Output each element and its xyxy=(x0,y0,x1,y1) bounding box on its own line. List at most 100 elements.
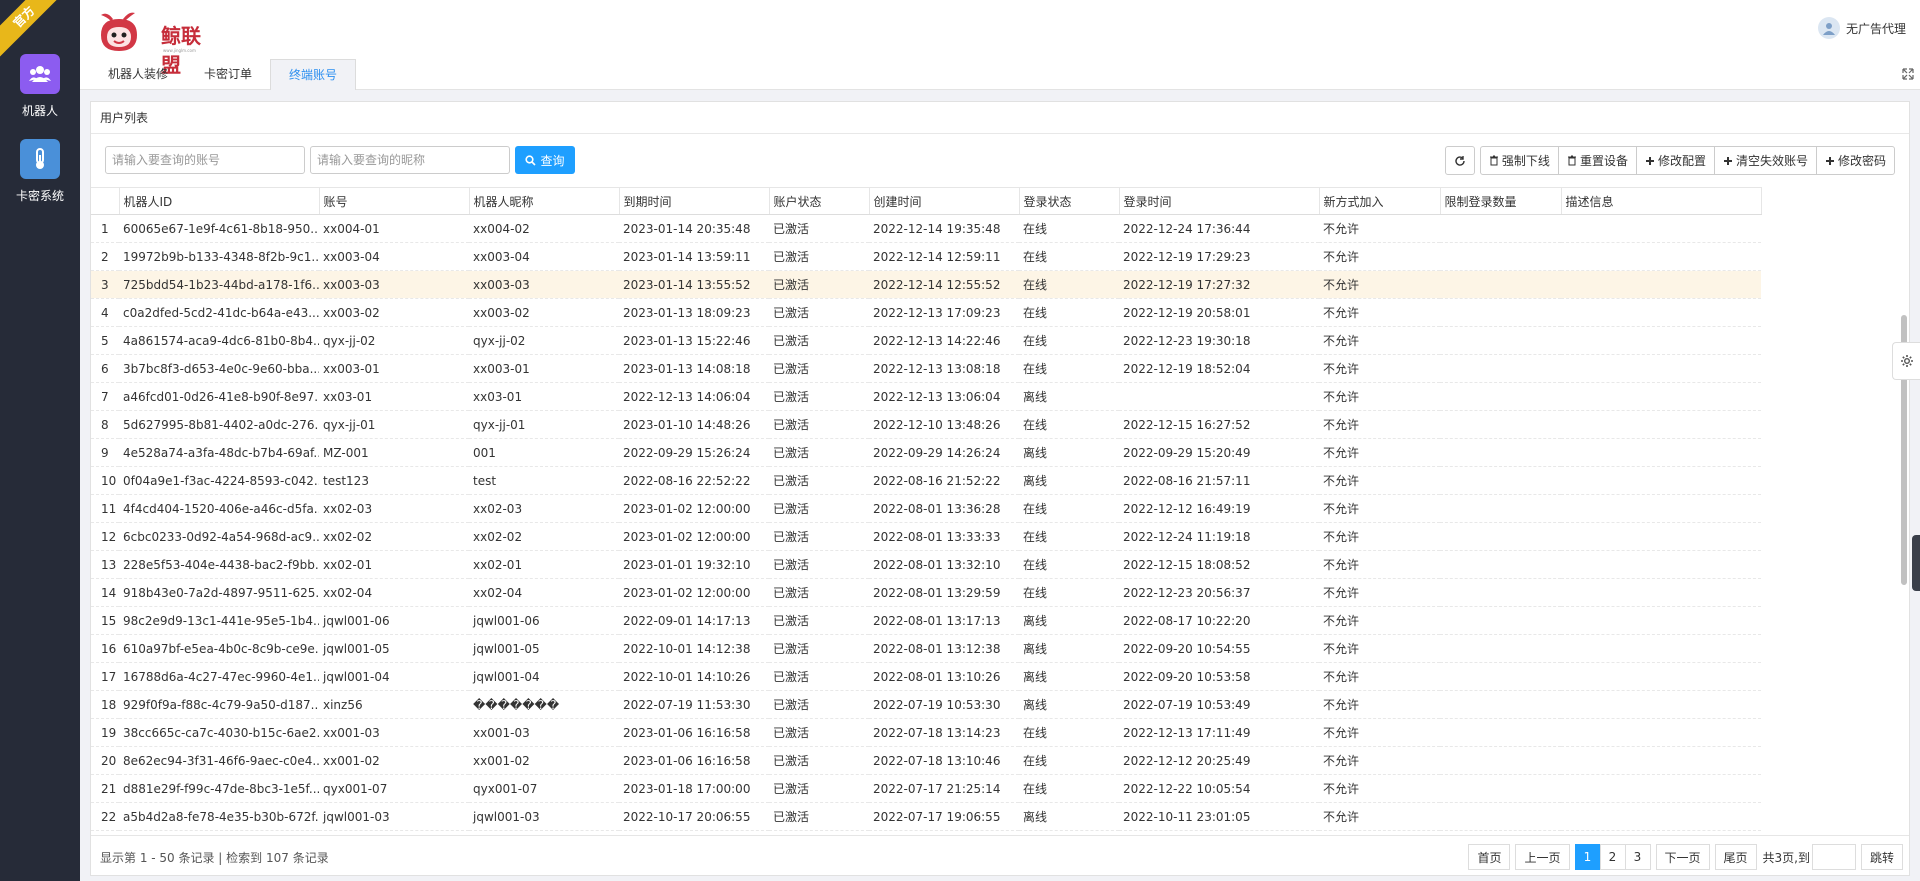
column-header[interactable]: 新方式加入 xyxy=(1319,187,1441,215)
last-page-button[interactable]: 尾页 xyxy=(1714,844,1757,870)
refresh-button[interactable] xyxy=(1444,146,1475,175)
column-header[interactable]: 创建时间 xyxy=(869,187,1020,215)
table-row[interactable]: 8 5d627995-8b81-4402-a0dc-276... qyx-jj-01… xyxy=(91,410,1761,439)
tab-terminal-accounts[interactable]: 终端账号 xyxy=(270,59,357,90)
clear-invalid-accounts-button[interactable]: 清空失效账号 xyxy=(1713,146,1817,175)
table-cell: 已激活 xyxy=(769,270,869,299)
table-row[interactable]: 20 8e62ec94-3f31-46f6-9aec-c0e4... xx001-0… xyxy=(91,746,1761,775)
table-cell xyxy=(1440,578,1561,607)
user-table: 机器人ID 账号 机器人昵称 到期时间 账户状态 创建时间 登录状态 登录时间 … xyxy=(91,187,1762,831)
table-cell xyxy=(1440,662,1561,691)
table-cell: 2023-01-14 13:59:11 xyxy=(619,242,769,271)
table-cell: d881e29f-f99c-47de-8bc3-1e5f... xyxy=(119,774,319,803)
table-cell: 2022-09-20 10:53:58 xyxy=(1119,662,1319,691)
table-row[interactable]: 18 929f0f9a-f88c-4c79-9a50-d187... xinz56 �… xyxy=(91,690,1761,719)
table-cell: 不允许 xyxy=(1319,606,1440,635)
table-cell: 离线 xyxy=(1019,690,1119,719)
table-cell: 2022-10-01 14:10:26 xyxy=(619,662,769,691)
sidebar-item-robot[interactable]: 机器人 xyxy=(0,54,80,119)
table-row[interactable]: 7 a46fcd01-0d26-41e8-b90f-8e97... xx03-01 x… xyxy=(91,382,1761,411)
column-header[interactable]: 账号 xyxy=(319,187,470,215)
column-header[interactable]: 登录时间 xyxy=(1119,187,1320,215)
record-info: 显示第 1 - 50 条记录 | 检索到 107 条记录 xyxy=(100,851,329,865)
edit-config-label: 修改配置 xyxy=(1657,154,1706,168)
table-row[interactable]: 13 228e5f53-404e-4438-bac2-f9bb... xx02-01… xyxy=(91,550,1761,579)
table-cell: xx02-01 xyxy=(469,550,619,579)
trash-icon xyxy=(1489,155,1498,166)
table-cell xyxy=(1561,214,1761,243)
table-cell: 已激活 xyxy=(769,662,869,691)
edit-config-button[interactable]: 修改配置 xyxy=(1635,146,1715,175)
table-cell: 已激活 xyxy=(769,718,869,747)
sidebar-item-card-system[interactable]: 卡密系统 xyxy=(0,139,80,204)
table-row[interactable]: 9 4e528a74-a3fa-48dc-b7b4-69af... MZ-001 00… xyxy=(91,438,1761,467)
table-cell: 已激活 xyxy=(769,522,869,551)
table-row[interactable]: 3 725bdd54-1b23-44bd-a178-1f6... xx003-03 x… xyxy=(91,270,1761,299)
table-row[interactable]: 11 4f4cd404-1520-406e-a46c-d5fa... xx02-03… xyxy=(91,494,1761,523)
first-page-button[interactable]: 首页 xyxy=(1468,844,1511,870)
fullscreen-icon[interactable] xyxy=(1902,68,1914,80)
account-search-input[interactable] xyxy=(105,146,305,174)
settings-drawer-tab[interactable] xyxy=(1892,342,1920,380)
table-row[interactable]: 22 a5b4d2a8-fe78-4e35-b30b-672f... jqwl001… xyxy=(91,802,1761,831)
jump-page-input[interactable] xyxy=(1811,844,1856,870)
table-row[interactable]: 10 0f04a9e1-f3ac-4224-8593-c042... test123… xyxy=(91,466,1761,495)
table-row[interactable]: 6 3b7bc8f3-d653-4e0c-9e60-bba... xx003-01 x… xyxy=(91,354,1761,383)
table-row[interactable]: 12 6cbc0233-0d92-4a54-968d-ac9... xx02-02 x… xyxy=(91,522,1761,551)
table-cell: jqwl001-06 xyxy=(469,606,619,635)
avatar xyxy=(1817,17,1840,39)
table-cell xyxy=(1440,634,1561,663)
table-cell: 不允许 xyxy=(1319,550,1440,579)
force-offline-button[interactable]: 强制下线 xyxy=(1479,146,1559,175)
table-row[interactable]: 5 4a861574-aca9-4dc6-81b0-8b4... qyx-jj-02… xyxy=(91,326,1761,355)
whale-logo-icon xyxy=(101,12,137,51)
column-header[interactable]: 到期时间 xyxy=(619,187,770,215)
table-row[interactable]: 19 38cc665c-ca7c-4030-b15c-6ae2... xx001-0… xyxy=(91,718,1761,747)
reset-device-button[interactable]: 重置设备 xyxy=(1557,146,1637,175)
table-cell: 已激活 xyxy=(769,550,869,579)
page-button-2[interactable]: 2 xyxy=(1599,844,1626,870)
table-row[interactable]: 17 16788d6a-4c27-47ec-9960-4e1... jqwl001-… xyxy=(91,662,1761,691)
column-header[interactable]: 机器人昵称 xyxy=(469,187,620,215)
jump-button[interactable]: 跳转 xyxy=(1860,844,1903,870)
side-panel-handle[interactable] xyxy=(1912,535,1920,591)
table-row[interactable]: 16 610a97bf-e5ea-4b0c-8c9b-ce9e... jqwl001… xyxy=(91,634,1761,663)
page-button-3[interactable]: 3 xyxy=(1624,844,1651,870)
column-header[interactable]: 机器人ID xyxy=(119,187,320,215)
table-cell: 已激活 xyxy=(769,438,869,467)
tab-robot-decoration[interactable]: 机器人装修 xyxy=(90,59,186,90)
query-button[interactable]: 查询 xyxy=(515,146,575,174)
table-cell: 2022-12-24 11:19:18 xyxy=(1119,522,1319,551)
reset-device-label: 重置设备 xyxy=(1579,154,1628,168)
page-button-1[interactable]: 1 xyxy=(1574,844,1601,870)
column-header[interactable]: 描述信息 xyxy=(1561,187,1762,215)
column-header[interactable]: 账户状态 xyxy=(769,187,870,215)
table-cell: 已激活 xyxy=(769,774,869,803)
table-cell: 不允许 xyxy=(1319,522,1440,551)
prev-page-button[interactable]: 上一页 xyxy=(1515,844,1570,870)
table-cell: 不允许 xyxy=(1319,214,1440,243)
clear-invalid-label: 清空失效账号 xyxy=(1735,154,1808,168)
column-header[interactable]: 登录状态 xyxy=(1019,187,1120,215)
next-page-button[interactable]: 下一页 xyxy=(1655,844,1710,870)
table-row[interactable]: 2 19972b9b-b133-4348-8f2b-9c1... xx003-04 x… xyxy=(91,242,1761,271)
table-row[interactable]: 21 d881e29f-f99c-47de-8bc3-1e5f... qyx001-… xyxy=(91,774,1761,803)
table-cell: 不允许 xyxy=(1319,242,1440,271)
table-cell: 2022-12-19 17:27:32 xyxy=(1119,270,1319,299)
user-menu[interactable]: 无广告代理 xyxy=(1817,17,1906,39)
nickname-search-input[interactable] xyxy=(310,146,510,174)
logo[interactable]: 鲸联盟 www.jinglm.com xyxy=(97,11,217,77)
column-header[interactable]: 限制登录数量 xyxy=(1440,187,1562,215)
table-cell: 6cbc0233-0d92-4a54-968d-ac9... xyxy=(119,522,319,551)
table-cell: test123 xyxy=(319,466,469,495)
table-row[interactable]: 14 918b43e0-7a2d-4897-9511-625... xx02-04 x… xyxy=(91,578,1761,607)
table-row[interactable]: 1 60065e67-1e9f-4c61-8b18-950... xx004-01 x… xyxy=(91,214,1761,243)
table-cell: 不允许 xyxy=(1319,802,1440,831)
change-password-button[interactable]: 修改密码 xyxy=(1815,146,1895,175)
tab-card-orders[interactable]: 卡密订单 xyxy=(186,59,270,90)
table-cell: 38cc665c-ca7c-4030-b15c-6ae2... xyxy=(119,718,319,747)
table-row[interactable]: 15 98c2e9d9-13c1-441e-95e5-1b4... jqwl001-… xyxy=(91,606,1761,635)
table-cell: qyx-jj-02 xyxy=(469,326,619,355)
table-row[interactable]: 4 c0a2dfed-5cd2-41dc-b64a-e43... xx003-02 x… xyxy=(91,298,1761,327)
table-cell: qyx-jj-02 xyxy=(319,326,469,355)
